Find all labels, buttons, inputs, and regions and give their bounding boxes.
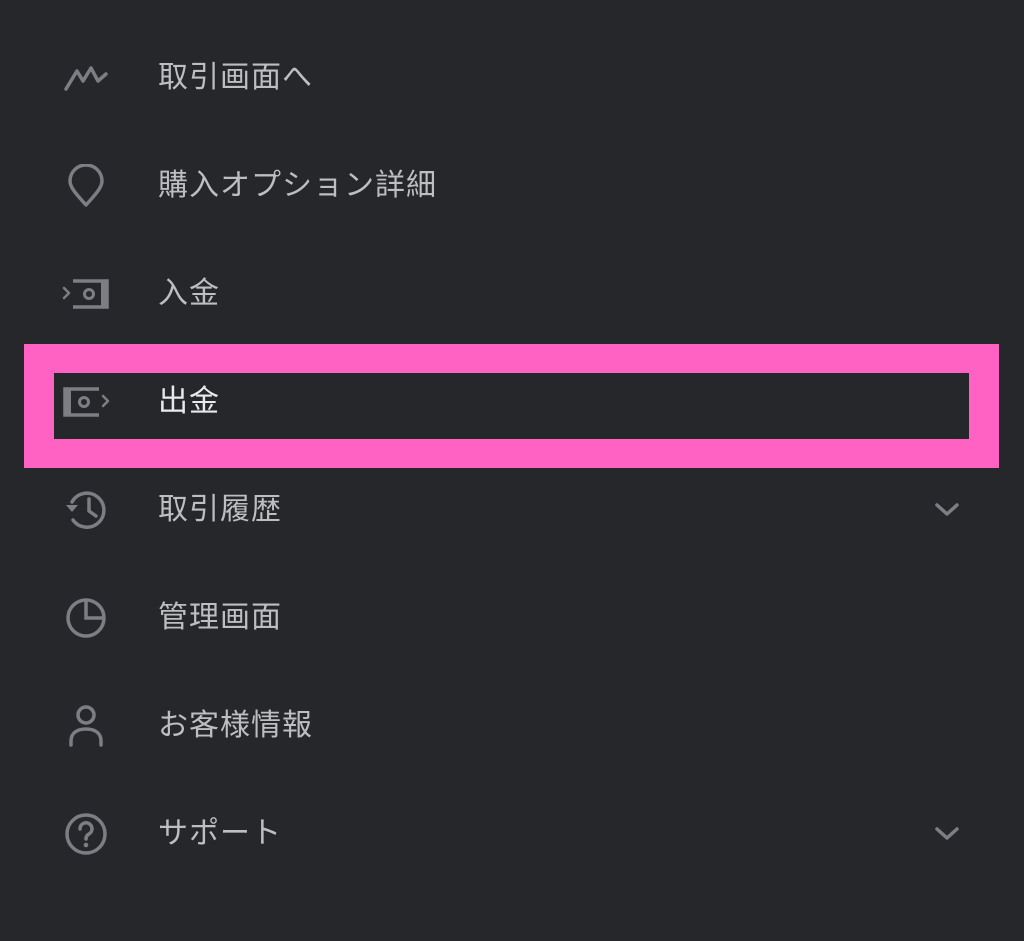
trade-chart-icon: [58, 54, 114, 102]
menu-item-support[interactable]: サポート: [0, 780, 1024, 888]
menu-item-trade-history[interactable]: 取引履歴: [0, 456, 1024, 564]
deposit-icon: [58, 270, 114, 318]
menu-label-trade-history: 取引履歴: [158, 492, 282, 527]
menu-label-support: サポート: [158, 816, 282, 851]
menu-label-trade: 取引画面へ: [158, 60, 313, 95]
menu-label-deposit: 入金: [158, 276, 220, 311]
menu-item-dashboard[interactable]: 管理画面: [0, 564, 1024, 672]
menu-label-dashboard: 管理画面: [158, 600, 282, 635]
withdraw-icon: [58, 378, 114, 426]
chevron-down-icon[interactable]: [930, 822, 964, 846]
menu-item-withdraw[interactable]: 出金: [0, 348, 1024, 456]
menu-label-customer-info: お客様情報: [158, 708, 313, 743]
pie-chart-icon: [58, 594, 114, 642]
menu-item-purchase-options[interactable]: 購入オプション詳細: [0, 132, 1024, 240]
side-menu: 取引画面へ 購入オプション詳細 入金 出金 取引履歴 管理画面 お客様情報 サポ…: [0, 0, 1024, 941]
menu-item-customer-info[interactable]: お客様情報: [0, 672, 1024, 780]
chevron-down-icon[interactable]: [930, 498, 964, 522]
help-icon: [58, 810, 114, 858]
menu-label-withdraw: 出金: [158, 384, 220, 419]
menu-item-deposit[interactable]: 入金: [0, 240, 1024, 348]
location-pin-icon: [58, 162, 114, 210]
history-icon: [58, 486, 114, 534]
menu-item-trade[interactable]: 取引画面へ: [0, 24, 1024, 132]
person-icon: [58, 702, 114, 750]
menu-label-purchase-options: 購入オプション詳細: [158, 168, 437, 203]
